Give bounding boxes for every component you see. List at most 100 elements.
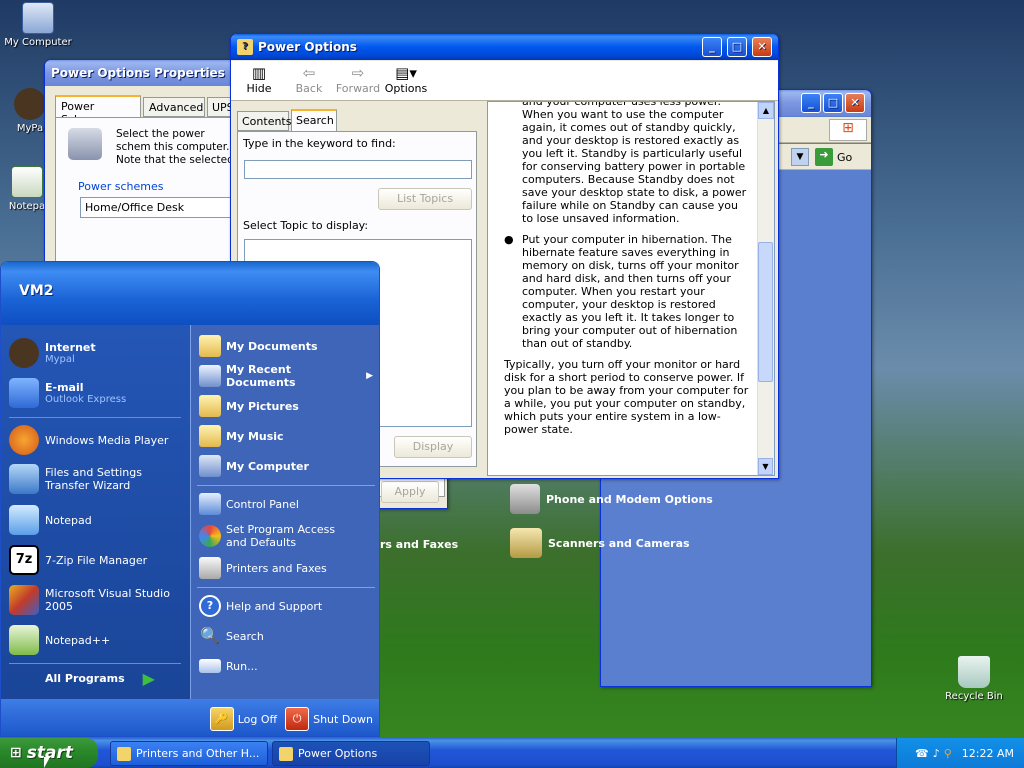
start-item-help-support[interactable]: ? Help and Support xyxy=(199,593,379,619)
folder-icon xyxy=(117,746,131,761)
start-item-printers-faxes[interactable]: Printers and Faxes xyxy=(199,555,379,581)
toolbar-label: Hide xyxy=(246,82,272,95)
help-paragraph: Typically, you turn off your monitor or … xyxy=(504,358,749,436)
all-programs-button[interactable]: All Programs ▶ xyxy=(45,669,155,688)
start-item-visual-studio[interactable]: Microsoft Visual Studio 2005 xyxy=(1,583,190,617)
apply-button[interactable]: Apply xyxy=(381,481,439,503)
maximize-button[interactable]: □ xyxy=(823,93,843,113)
close-button[interactable]: ✕ xyxy=(752,37,772,57)
7zip-icon: 7z xyxy=(9,545,39,575)
options-button[interactable]: ▤▾ Options xyxy=(384,64,428,95)
start-item-transfer-wizard[interactable]: Files and Settings Transfer Wizard xyxy=(1,461,190,497)
cp-item-printers[interactable]: rs and Faxes xyxy=(380,538,458,551)
start-item-7zip[interactable]: 7z 7-Zip File Manager xyxy=(1,543,190,577)
start-item-internet[interactable]: Internet Mypal xyxy=(1,335,190,371)
tab-advanced[interactable]: Advanced xyxy=(143,97,205,117)
shut-down-button[interactable]: ⏻ Shut Down xyxy=(285,707,373,731)
network-icon[interactable]: ☎ xyxy=(915,747,929,760)
tab-contents[interactable]: Contents xyxy=(237,111,291,131)
desktop-icon-label: MyPa xyxy=(16,123,44,134)
item-label: All Programs xyxy=(45,672,125,685)
item-label: Run... xyxy=(226,659,258,673)
go-button[interactable]: ➜ Go xyxy=(815,148,852,166)
taskbar-item-power-options[interactable]: Power Options xyxy=(272,741,430,766)
start-menu-footer: 🔑 Log Off ⏻ Shut Down xyxy=(1,699,379,736)
start-item-run[interactable]: Run... xyxy=(199,653,379,679)
desktop-icon-label: My Computer xyxy=(4,37,72,48)
start-item-media-player[interactable]: Windows Media Player xyxy=(1,423,190,457)
scroll-down-arrow[interactable]: ▼ xyxy=(758,458,773,475)
desktop-icon-recycle-bin[interactable]: Recycle Bin xyxy=(936,656,1012,702)
item-label: My Documents xyxy=(226,339,318,353)
scroll-up-arrow[interactable]: ▲ xyxy=(758,102,774,119)
start-item-my-documents[interactable]: My Documents xyxy=(199,333,379,359)
start-item-my-music[interactable]: My Music xyxy=(199,423,379,449)
item-label: My Pictures xyxy=(226,399,299,413)
start-item-program-access[interactable]: Set Program Access and Defaults xyxy=(199,521,379,551)
tab-power-schemes[interactable]: Power Schemes xyxy=(55,95,141,126)
help-book-icon: ? xyxy=(237,39,253,55)
display-button[interactable]: Display xyxy=(394,436,472,458)
go-label: Go xyxy=(837,150,853,164)
search-tray-icon[interactable]: ⚲ xyxy=(944,747,952,760)
desktop-icon-my-computer[interactable]: My Computer xyxy=(0,2,76,48)
start-menu: VM2 Internet Mypal E-mail Outlook Express … xyxy=(0,261,380,737)
toolbar-label: Back xyxy=(295,82,323,95)
keyword-label: Type in the keyword to find: xyxy=(243,137,396,150)
cp-item-phone-modem[interactable]: Phone and Modem Options xyxy=(510,484,713,514)
address-dropdown[interactable]: ▼ xyxy=(791,148,809,166)
item-label: Shut Down xyxy=(313,712,373,726)
item-label: Notepad++ xyxy=(45,633,111,647)
help-paragraph: Put your computer in hibernation. The hi… xyxy=(522,233,739,350)
close-button[interactable]: ✕ xyxy=(845,93,865,113)
mypal-icon xyxy=(14,88,46,120)
back-button[interactable]: ⇦ Back xyxy=(289,64,329,95)
help-text: and your computer uses less power. When … xyxy=(494,101,752,436)
start-item-recent-documents[interactable]: My Recent Documents ▶ xyxy=(199,363,379,389)
visual-studio-icon xyxy=(9,585,39,615)
keyword-input[interactable] xyxy=(244,160,472,179)
taskbar-item-printers[interactable]: Printers and Other H... xyxy=(110,741,268,766)
list-topics-button[interactable]: List Topics xyxy=(378,188,472,210)
start-item-notepad[interactable]: Notepad xyxy=(1,503,190,537)
item-label: Microsoft Visual Studio 2005 xyxy=(45,587,170,613)
mouse-cursor-icon xyxy=(44,757,50,768)
start-menu-right-pane: My Documents My Recent Documents ▶ My Pi… xyxy=(190,325,379,699)
start-item-my-computer[interactable]: My Computer xyxy=(199,453,379,479)
recent-documents-icon xyxy=(199,365,221,387)
separator xyxy=(9,417,181,418)
scroll-thumb[interactable] xyxy=(758,242,773,382)
user-name: VM2 xyxy=(19,283,54,299)
start-item-my-pictures[interactable]: My Pictures xyxy=(199,393,379,419)
minimize-button[interactable]: _ xyxy=(702,37,722,57)
tab-search[interactable]: Search xyxy=(291,109,337,131)
folder-icon xyxy=(199,335,221,357)
start-item-search[interactable]: 🔍 Search xyxy=(199,623,379,649)
help-paragraph: and your computer uses less power. When … xyxy=(522,101,747,225)
start-item-email[interactable]: E-mail Outlook Express xyxy=(1,375,190,411)
cp-item-label: rs and Faxes xyxy=(380,538,459,551)
start-item-control-panel[interactable]: Control Panel xyxy=(199,491,379,517)
help-titlebar[interactable]: ? Power Options _ □ ✕ xyxy=(231,34,778,60)
log-off-button[interactable]: 🔑 Log Off xyxy=(209,707,277,731)
power-icon: ⏻ xyxy=(285,707,310,731)
recycle-bin-icon xyxy=(958,656,990,688)
maximize-button[interactable]: □ xyxy=(727,37,747,57)
toolbar-label: Options xyxy=(384,82,428,95)
minimize-button[interactable]: _ xyxy=(801,93,821,113)
tab-label: Search xyxy=(296,114,334,127)
outlook-express-icon xyxy=(9,378,39,408)
clock[interactable]: 12:22 AM xyxy=(962,747,1014,760)
hide-icon: ▥ xyxy=(251,64,267,82)
vertical-scrollbar[interactable]: ▲ ▼ xyxy=(757,102,774,475)
item-sublabel: Mypal xyxy=(45,354,75,365)
item-label: My Music xyxy=(226,429,284,443)
system-tray: ☎ ♪ ⚲ 12:22 AM xyxy=(896,738,1024,768)
cp-item-scanners[interactable]: Scanners and Cameras xyxy=(510,528,690,558)
start-item-notepad-plus-plus[interactable]: Notepad++ xyxy=(1,623,190,657)
forward-button[interactable]: ⇨ Forward xyxy=(335,64,381,95)
hide-button[interactable]: ▥ Hide xyxy=(239,64,279,95)
power-schemes-select[interactable]: Home/Office Desk xyxy=(80,197,240,218)
item-label: 7-Zip File Manager xyxy=(45,553,148,567)
volume-icon[interactable]: ♪ xyxy=(933,747,940,760)
